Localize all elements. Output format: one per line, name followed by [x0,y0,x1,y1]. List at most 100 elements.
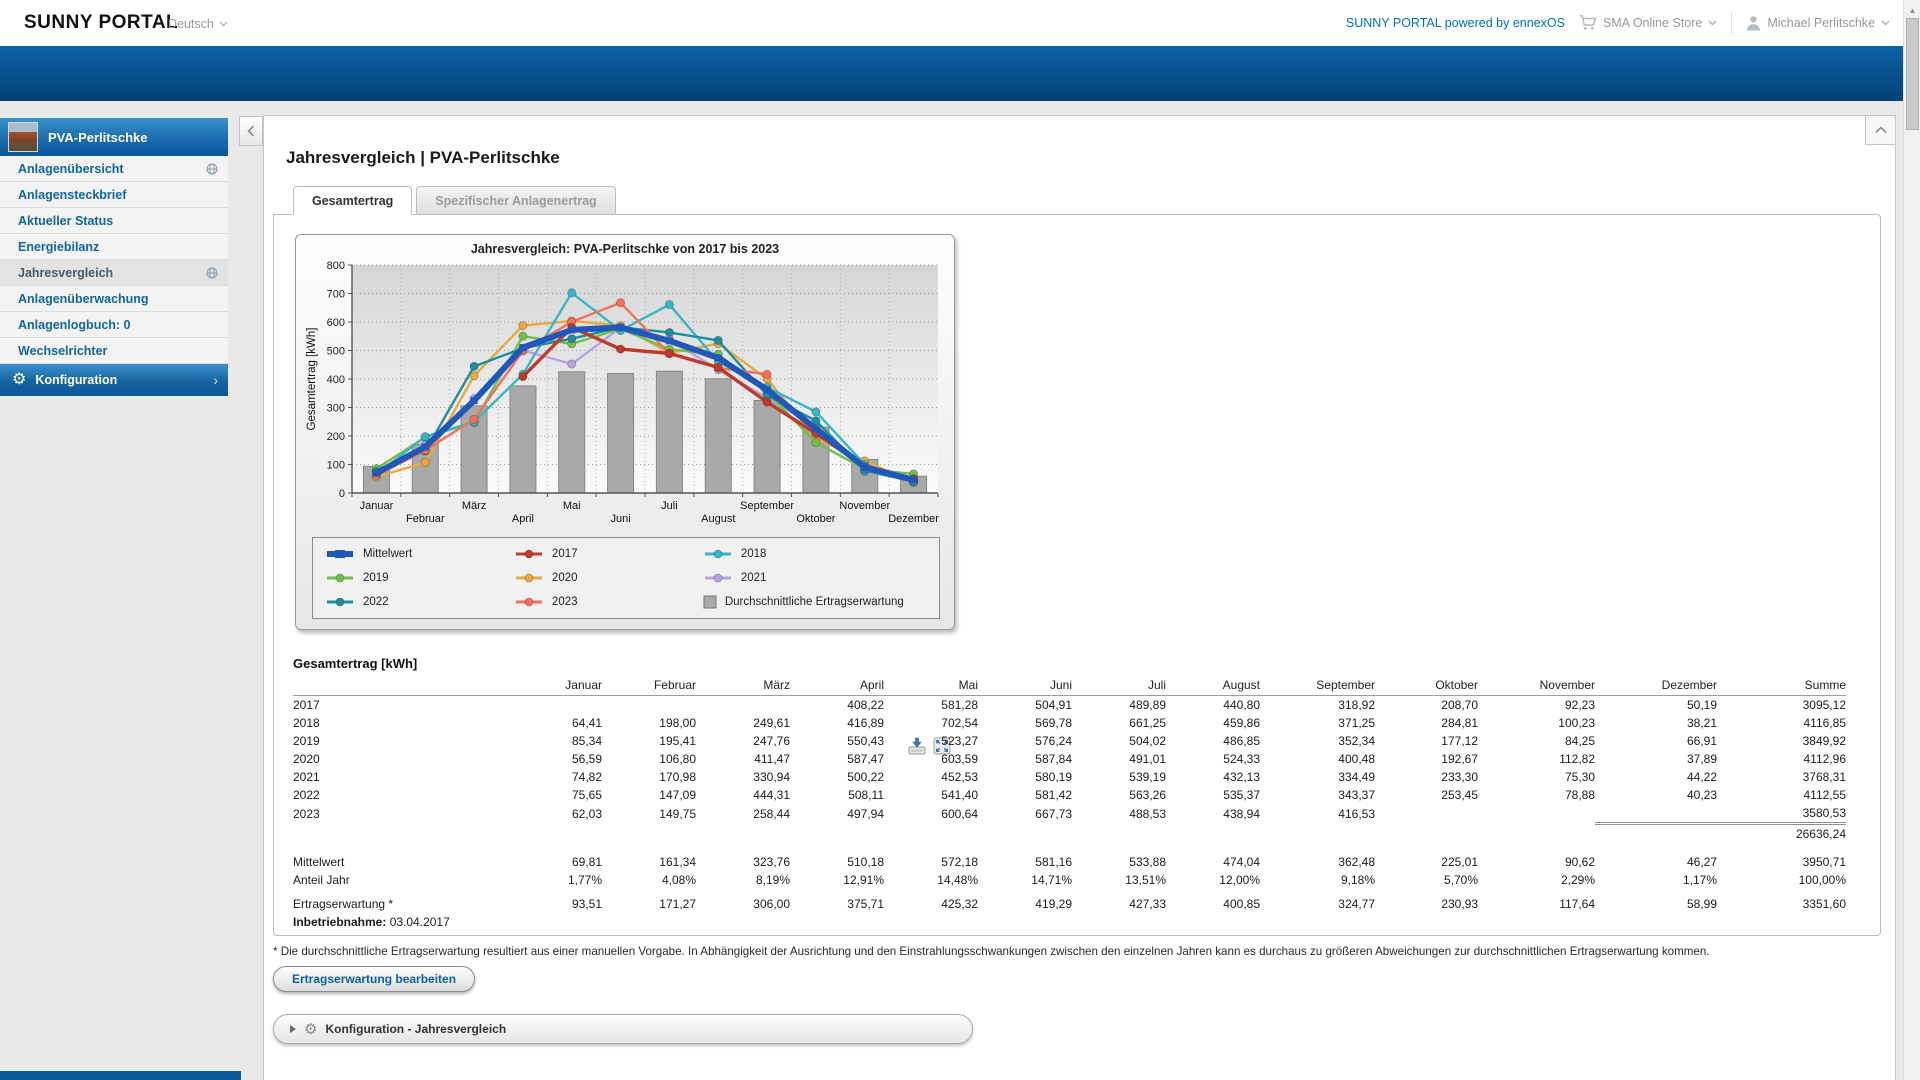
table-cell: 50,19 [1595,696,1717,715]
sidebar-item[interactable]: Anlagenüberwachung [0,286,228,312]
svg-text:Mai: Mai [563,500,581,512]
table-cell: 208,70 [1375,696,1478,715]
sum-cell: 3351,60 [1717,895,1846,913]
table-cell: 147,09 [602,786,696,804]
sidebar-item-label: Anlagensteckbrief [18,188,218,202]
table-cell: 2,29% [1478,871,1595,889]
plant-header[interactable]: PVA-Perlitschke [0,118,228,156]
column-header: Juni [978,676,1072,696]
svg-text:700: 700 [327,289,345,301]
table-cell: 117,64 [1478,895,1595,913]
table-title: Gesamtertrag [kWh] [293,656,1853,671]
collapse-panel-button[interactable] [1865,116,1895,145]
sidebar-item[interactable]: Anlagensteckbrief [0,182,228,208]
row-label: 2023 [293,804,508,824]
table-row: Anteil Jahr1,77%4,08%8,19%12,91%14,48%14… [293,871,1846,889]
tab-strip: GesamtertragSpezifischer Anlagenertrag [293,186,616,215]
table-cell: 46,27 [1595,853,1717,871]
plant-name: PVA-Perlitschke [48,130,147,145]
table-cell: 62,03 [508,804,602,824]
sidebar-item[interactable]: Anlagenübersicht [0,156,228,182]
table-cell: 170,98 [602,768,696,786]
tab-panel: Jahresvergleich: PVA-Perlitschke von 201… [273,214,1881,936]
table-cell: 161,34 [602,853,696,871]
table-cell: 100,23 [1478,714,1595,732]
table-cell: 44,22 [1595,768,1717,786]
table-cell: 474,04 [1166,853,1260,871]
table-cell: 171,27 [602,895,696,913]
table-cell: 343,37 [1260,786,1375,804]
row-label: Anteil Jahr [293,871,508,889]
edit-yield-expectation-button[interactable]: Ertragserwartung bearbeiten [273,966,475,992]
table-cell: 500,22 [790,768,884,786]
table-cell: 438,94 [1166,804,1260,824]
sum-cell: 3768,31 [1717,768,1846,786]
svg-text:500: 500 [327,346,345,358]
table-cell: 92,23 [1478,696,1595,715]
chart-title: Jahresvergleich: PVA-Perlitschke von 201… [296,242,954,256]
sidebar-item[interactable]: Energiebilanz [0,234,228,260]
table-cell: 539,19 [1072,768,1166,786]
year-comparison-chart: Jahresvergleich: PVA-Perlitschke von 201… [295,234,955,630]
vertical-scrollbar[interactable]: ▲ [1903,0,1920,1080]
sidebar-item-konfiguration[interactable]: ⚙ Konfiguration › [0,364,228,396]
user-icon [1746,15,1761,31]
column-header: Mai [884,676,978,696]
table-cell: 12,00% [1166,871,1260,889]
user-label: Michael Perlitschke [1767,16,1875,30]
row-label: 2022 [293,786,508,804]
sidebar-item[interactable]: Anlagenlogbuch: 0 [0,312,228,338]
user-menu[interactable]: Michael Perlitschke [1746,15,1890,31]
table-row: 201864,41198,00249,61416,89702,54569,786… [293,714,1846,732]
content-panel: Jahresvergleich | PVA-Perlitschke Gesamt… [263,115,1896,1080]
scrollbar-thumb[interactable] [1906,18,1919,130]
table-cell: 225,01 [1375,853,1478,871]
svg-text:100: 100 [327,460,345,472]
sidebar-item[interactable]: Wechselrichter [0,338,228,364]
table-cell: 440,80 [1166,696,1260,715]
table-cell: 427,33 [1072,895,1166,913]
powered-by-link[interactable]: SUNNY PORTAL powered by ennexOS [1346,16,1565,30]
scroll-up-arrow[interactable]: ▲ [1904,2,1920,18]
table-row: Mittelwert69,81161,34323,76510,18572,185… [293,853,1846,871]
table-cell: 425,32 [884,895,978,913]
table-cell: 600,64 [884,804,978,824]
legend-line-swatch [514,548,544,560]
svg-text:Gesamtertrag [kWh]: Gesamtertrag [kWh] [306,328,318,431]
tab[interactable]: Spezifischer Anlagenertrag [416,186,615,215]
legend-label: Mittelwert [363,548,412,560]
row-label: Mittelwert [293,853,508,871]
sidebar-item[interactable]: Aktueller Status [0,208,228,234]
config-accordion[interactable]: ⚙ Konfiguration - Jahresvergleich [273,1014,973,1044]
table-cell: 198,00 [602,714,696,732]
legend-item: 2018 [703,548,939,560]
sidebar-item[interactable]: Jahresvergleich [0,260,228,286]
table-cell [1478,804,1595,824]
svg-text:600: 600 [327,317,345,329]
table-cell: 488,53 [1072,804,1166,824]
table-row: 202056,59106,80411,47587,47603,59587,844… [293,750,1846,768]
sidebar-item-label: Anlagenlogbuch: 0 [18,318,218,332]
collapse-sidebar-button[interactable] [239,116,263,146]
sidebar: PVA-Perlitschke Anlagenübersicht Anlagens… [0,118,228,396]
column-header: Oktober [1375,676,1478,696]
tab[interactable]: Gesamtertrag [293,186,412,215]
row-label: 2018 [293,714,508,732]
language-selector[interactable]: Deutsch [168,17,228,31]
svg-text:März: März [462,500,486,512]
table-cell [1595,804,1717,824]
legend-line-swatch [703,572,733,584]
table-cell: 362,48 [1260,853,1375,871]
topbar: SUNNY PORTAL Deutsch SUNNY PORTAL powere… [0,0,1920,46]
chevron-down-icon [219,21,228,27]
column-header: November [1478,676,1595,696]
topbar-right: SUNNY PORTAL powered by ennexOS SMA Onli… [1346,0,1890,46]
table-cell: 486,85 [1166,732,1260,750]
legend-item: 2019 [325,572,514,584]
yield-table-section: Gesamtertrag [kWh] JanuarFebruarMärzApri… [293,656,1853,931]
legend-item: 2020 [514,572,703,584]
table-cell: 581,28 [884,696,978,715]
table-cell: 408,22 [790,696,884,715]
table-cell: 667,73 [978,804,1072,824]
store-menu[interactable]: SMA Online Store [1579,15,1717,31]
